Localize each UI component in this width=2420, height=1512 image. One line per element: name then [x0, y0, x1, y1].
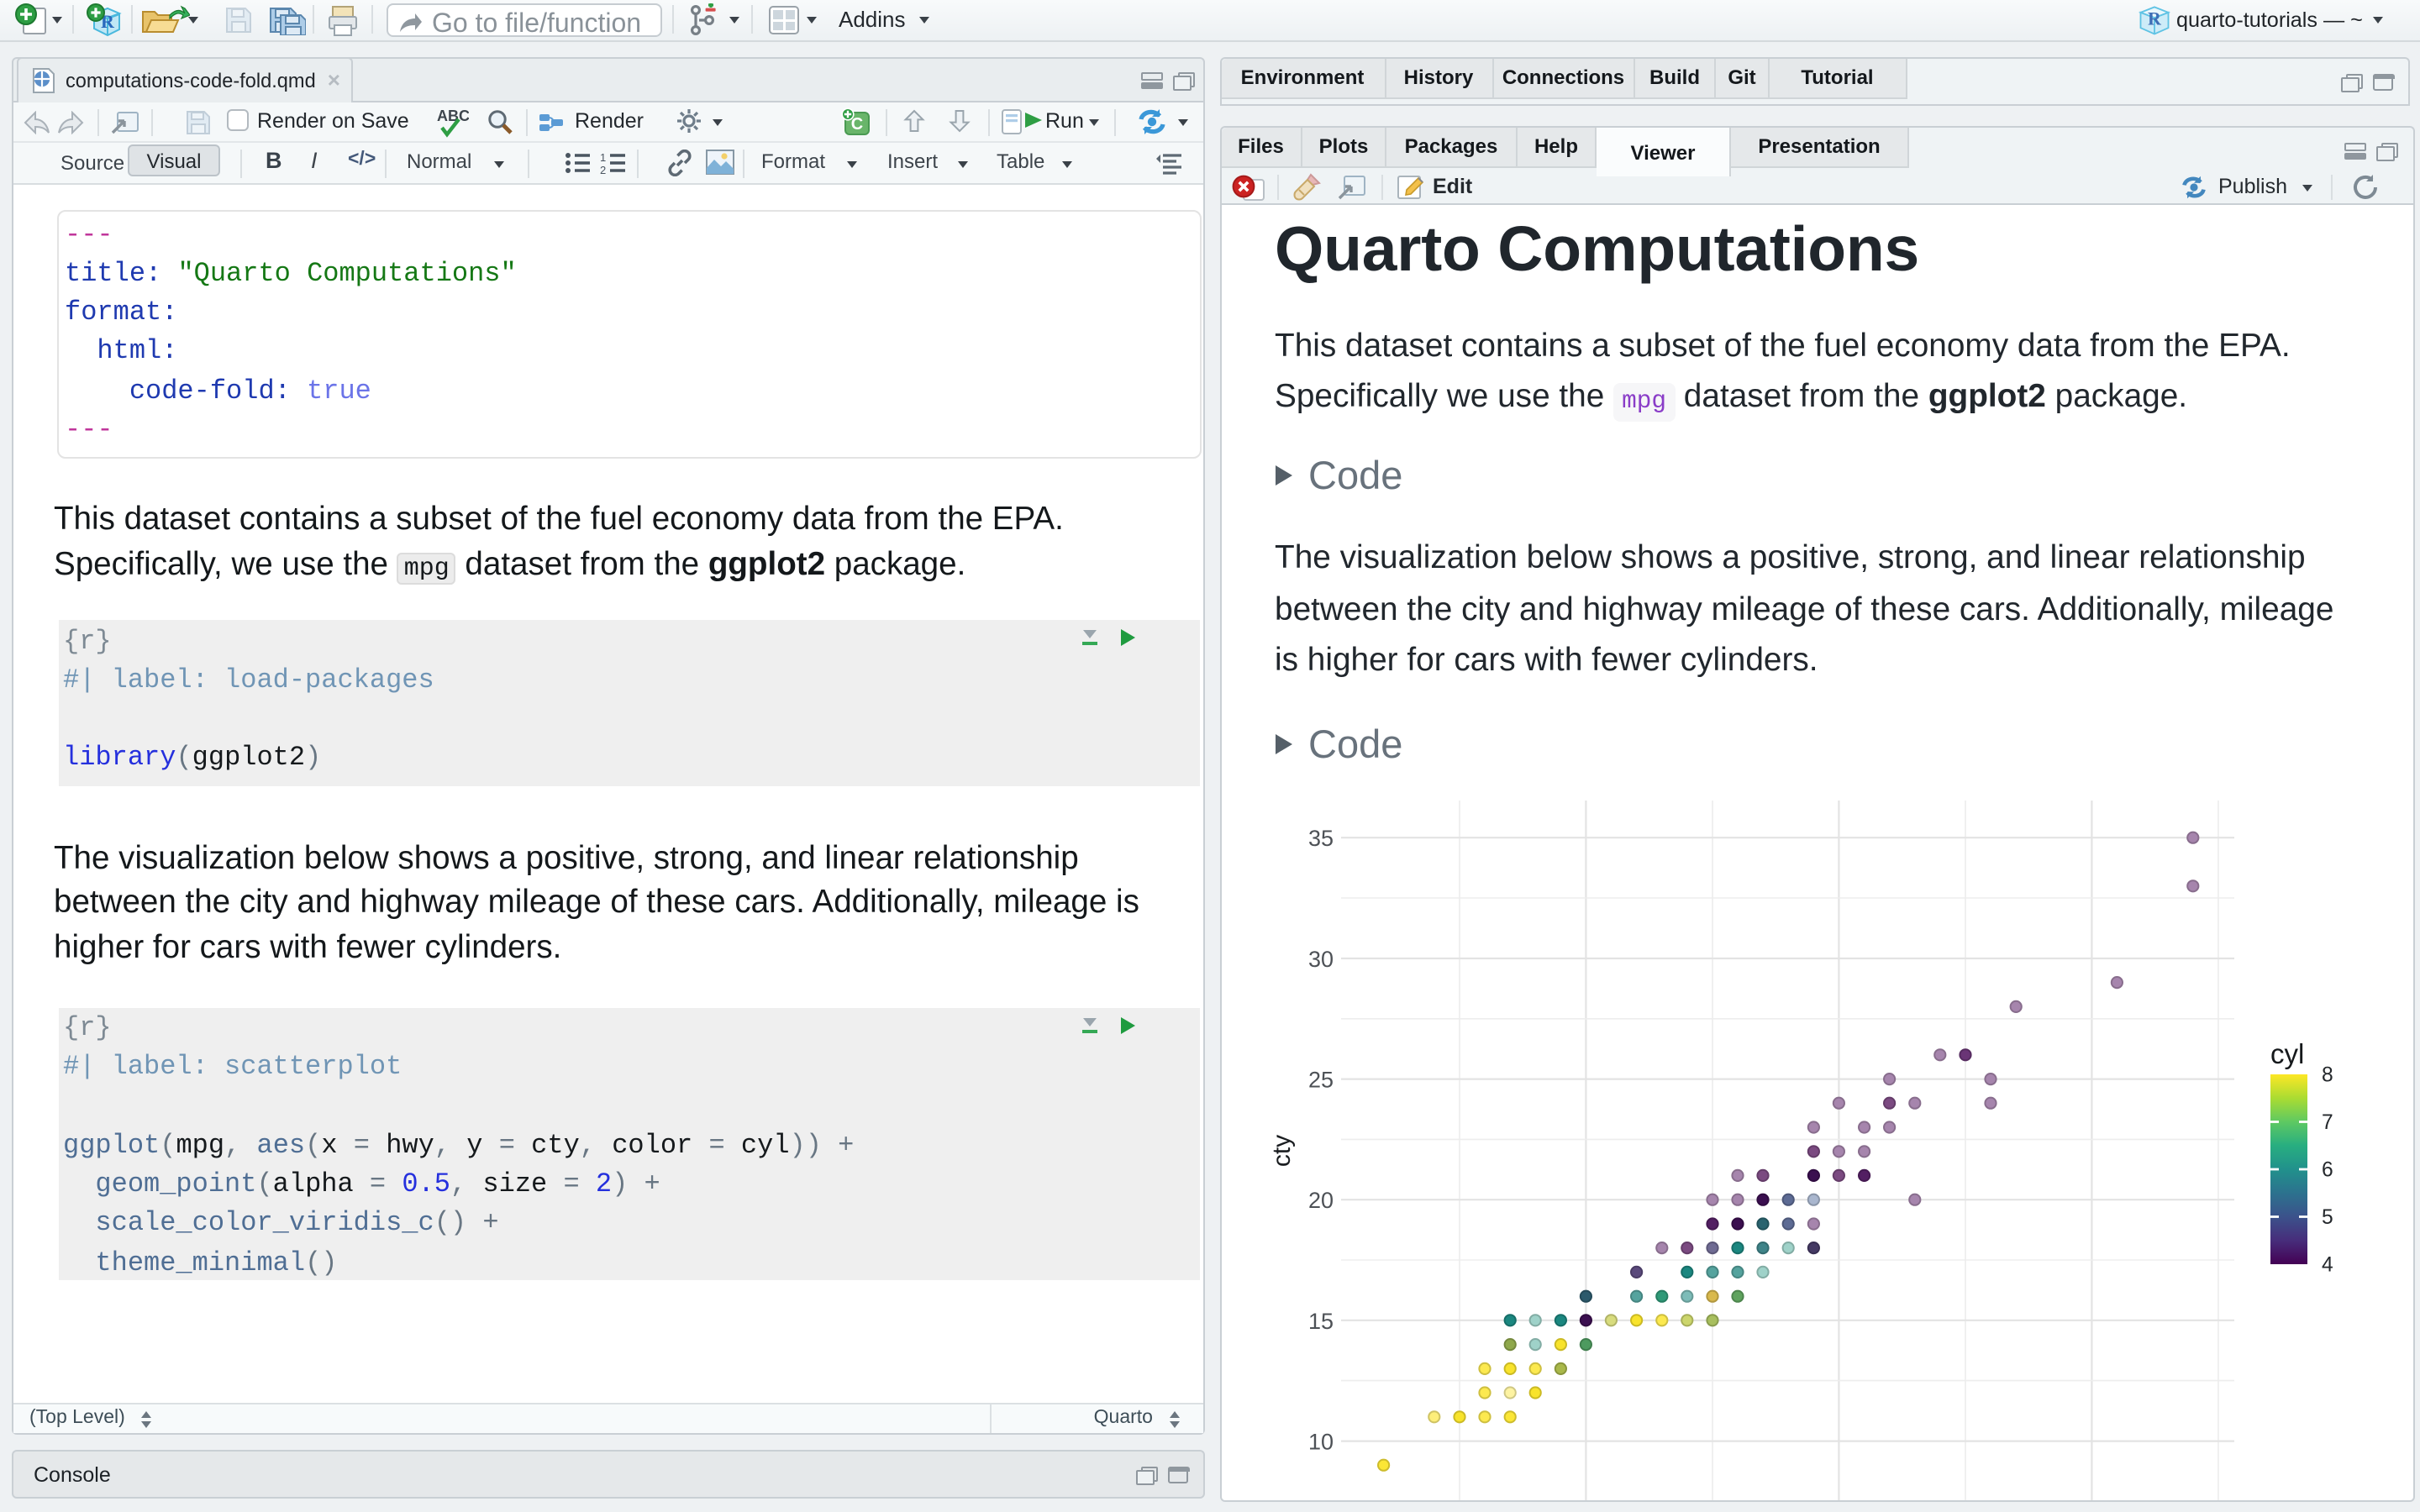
- svg-text:10: 10: [1307, 1430, 1333, 1455]
- svg-text:30: 30: [1307, 947, 1333, 972]
- svg-text:1: 1: [600, 150, 606, 163]
- svg-text:20: 20: [1307, 1188, 1333, 1213]
- svg-text:4: 4: [2321, 1254, 2333, 1277]
- svg-text:25: 25: [1307, 1068, 1333, 1093]
- svg-text:cty: cty: [1267, 1135, 1295, 1167]
- svg-text:6: 6: [2321, 1159, 2333, 1182]
- svg-text:R: R: [2148, 8, 2162, 29]
- svg-text:35: 35: [1307, 826, 1333, 851]
- svg-text:8: 8: [2321, 1064, 2333, 1087]
- svg-text:cyl: cyl: [2270, 1038, 2303, 1069]
- svg-text:2: 2: [600, 163, 606, 174]
- svg-text:5: 5: [2321, 1206, 2333, 1229]
- svg-text:7: 7: [2321, 1111, 2333, 1134]
- svg-text:ABC: ABC: [437, 107, 469, 123]
- svg-text:15: 15: [1307, 1309, 1333, 1334]
